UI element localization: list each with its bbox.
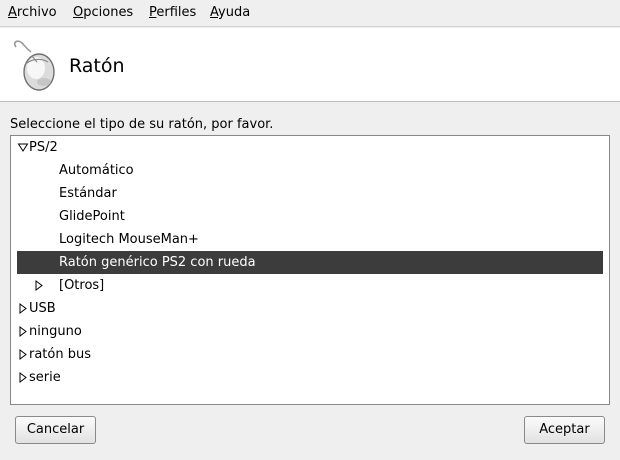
triangle-down-icon[interactable] xyxy=(17,136,29,159)
menu-ayuda-label: yuda xyxy=(218,5,251,20)
accept-button[interactable]: Aceptar xyxy=(524,416,605,444)
menu-archivo-mnemonic: A xyxy=(8,5,17,20)
tree-item[interactable]: serie xyxy=(17,366,603,389)
tree-item-label: ratón bus xyxy=(29,347,91,362)
triangle-right-icon[interactable] xyxy=(17,343,29,366)
mouse-type-tree[interactable]: PS/2 Automático Estándar GlidePoint Logitech… xyxy=(10,135,610,405)
menu-archivo[interactable]: Archivo xyxy=(8,5,57,20)
tree-item-label: ninguno xyxy=(29,324,82,339)
mouse-icon xyxy=(13,40,55,91)
tree-item-label: Estándar xyxy=(59,186,117,201)
tree-item[interactable]: PS/2 xyxy=(17,136,603,159)
tree-item-label: USB xyxy=(29,301,56,316)
tree-item[interactable]: ninguno xyxy=(17,320,603,343)
cancel-button[interactable]: Cancelar xyxy=(15,416,96,444)
tree-item[interactable]: ratón bus xyxy=(17,343,603,366)
header-banner: Ratón xyxy=(0,28,620,102)
tree-item-label: Logitech MouseMan+ xyxy=(59,232,199,247)
tree-item-label: Ratón genérico PS2 con rueda xyxy=(59,255,256,270)
menu-opciones[interactable]: Opciones xyxy=(73,5,133,20)
tree-item-label: serie xyxy=(29,370,61,385)
tree-item[interactable]: [Otros] xyxy=(17,274,603,297)
menu-ayuda[interactable]: Ayuda xyxy=(210,5,250,20)
menu-bar: Archivo Opciones Perfiles Ayuda xyxy=(0,0,620,27)
tree-item[interactable]: GlidePoint xyxy=(17,205,603,228)
tree-item[interactable]: Logitech MouseMan+ xyxy=(17,228,603,251)
tree-item-label: [Otros] xyxy=(59,278,105,293)
menu-perfiles-label: erfiles xyxy=(156,5,197,20)
tree-item-label: Automático xyxy=(59,163,134,178)
page-title: Ratón xyxy=(69,55,125,77)
tree-item[interactable]: USB xyxy=(17,297,603,320)
menu-perfiles[interactable]: Perfiles xyxy=(149,5,196,20)
menu-ayuda-mnemonic: A xyxy=(210,5,219,20)
menu-opciones-mnemonic: O xyxy=(73,5,84,20)
instruction-text: Seleccione el tipo de su ratón, por favo… xyxy=(10,117,274,132)
menu-archivo-label: rchivo xyxy=(16,5,57,20)
tree-item-label: PS/2 xyxy=(29,140,58,155)
tree-item[interactable]: Automático xyxy=(17,159,603,182)
tree-item[interactable]: Estándar xyxy=(17,182,603,205)
tree-item[interactable]: Ratón genérico PS2 con rueda xyxy=(17,251,603,274)
triangle-right-icon[interactable] xyxy=(33,274,45,297)
triangle-right-icon[interactable] xyxy=(17,366,29,389)
triangle-right-icon[interactable] xyxy=(17,320,29,343)
menu-opciones-label: pciones xyxy=(83,5,134,20)
tree-item-label: GlidePoint xyxy=(59,209,125,224)
triangle-right-icon[interactable] xyxy=(17,297,29,320)
